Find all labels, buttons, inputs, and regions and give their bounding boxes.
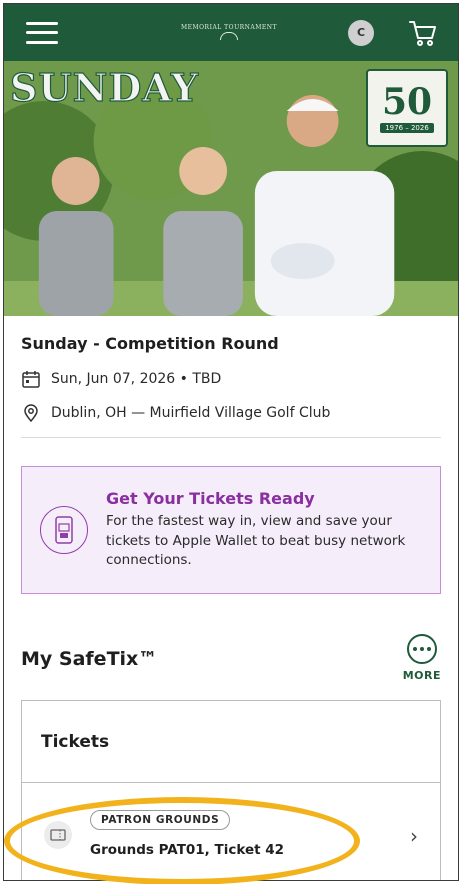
- phone-wallet-icon: [40, 506, 88, 554]
- event-date: Sun, Jun 07, 2026 • TBD: [51, 371, 222, 387]
- hamburger-icon[interactable]: [26, 21, 58, 44]
- more-label: MORE: [402, 669, 441, 682]
- wallet-promo-banner[interactable]: Get Your Tickets Ready For the fastest w…: [21, 466, 441, 594]
- ticket-row[interactable]: PATRON GROUNDS Grounds PAT01, Ticket 42 …: [22, 783, 440, 880]
- ticket-icon: [44, 821, 72, 849]
- event-title: Sunday - Competition Round: [21, 334, 279, 353]
- anniversary-badge: 50 1976 – 2026: [366, 69, 448, 147]
- safetix-heading: My SafeTix™: [21, 648, 158, 670]
- logo-text: MEMORIAL TOURNAMENT: [180, 23, 278, 31]
- tickets-card: Tickets PATRON GROUNDS Grounds PAT01, Ti…: [21, 700, 441, 880]
- promo-title: Get Your Tickets Ready: [106, 489, 315, 509]
- chevron-right-icon: ›: [410, 824, 418, 848]
- event-location-row: Dublin, OH — Muirfield Village Golf Club: [21, 403, 441, 423]
- hero-title: SUNDAY: [9, 64, 199, 110]
- cart-icon[interactable]: [408, 18, 438, 48]
- promo-body: For the fastest way in, view and save yo…: [106, 513, 406, 569]
- safetix-header: My SafeTix™ MORE: [4, 634, 458, 682]
- hero-banner: SUNDAY 50 1976 – 2026: [4, 61, 458, 316]
- top-nav-bar: MEMORIAL TOURNAMENT C: [4, 4, 458, 61]
- badge-years: 1976 – 2026: [380, 122, 434, 133]
- tournament-logo[interactable]: MEMORIAL TOURNAMENT: [180, 23, 278, 41]
- location-pin-icon: [24, 404, 38, 423]
- divider: [21, 437, 441, 438]
- event-date-row: Sun, Jun 07, 2026 • TBD: [21, 369, 441, 389]
- event-location: Dublin, OH — Muirfield Village Golf Club: [51, 405, 331, 421]
- ticket-tag: PATRON GROUNDS: [90, 810, 231, 830]
- ticket-name: Grounds PAT01, Ticket 42: [90, 842, 285, 858]
- tickets-section-title: Tickets: [22, 701, 440, 783]
- badge-number: 50: [381, 80, 433, 123]
- calendar-icon: [22, 371, 40, 388]
- more-dots-icon: [406, 634, 437, 664]
- more-button[interactable]: MORE: [403, 634, 441, 682]
- app-frame: MEMORIAL TOURNAMENT C SUNDAY 50 1976 – 2…: [3, 3, 459, 881]
- avatar[interactable]: C: [348, 19, 374, 46]
- event-details: Sunday - Competition Round Sun, Jun 07, …: [4, 316, 458, 438]
